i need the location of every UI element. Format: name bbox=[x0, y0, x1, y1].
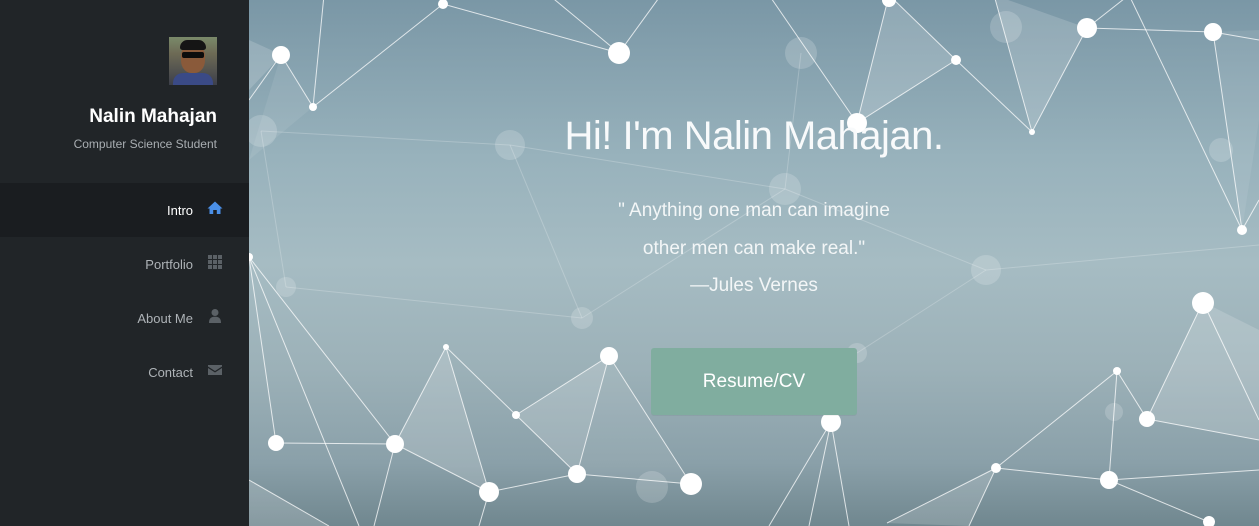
grid-icon bbox=[208, 255, 222, 269]
user-icon bbox=[209, 309, 221, 323]
sidebar: Nalin Mahajan Computer Science Student I… bbox=[0, 0, 249, 526]
hero-name: Nalin Mahajan. bbox=[683, 114, 944, 158]
profile-name: Nalin Mahajan bbox=[89, 106, 217, 127]
hero-headline: Hi! I'm Nalin Mahajan. bbox=[249, 114, 1259, 159]
home-icon bbox=[207, 201, 223, 214]
quote-author: —Jules Vernes bbox=[690, 275, 818, 296]
hero-section: Hi! I'm Nalin Mahajan. " Anything one ma… bbox=[249, 0, 1259, 526]
sidebar-item-contact[interactable]: Contact bbox=[0, 345, 249, 399]
resume-cv-button[interactable]: Resume/CV bbox=[651, 348, 857, 415]
sidebar-item-label: Contact bbox=[148, 365, 193, 380]
envelope-icon bbox=[208, 365, 222, 375]
sidebar-item-intro[interactable]: Intro bbox=[0, 183, 249, 237]
sidebar-item-label: About Me bbox=[137, 311, 193, 326]
sidebar-item-about-me[interactable]: About Me bbox=[0, 291, 249, 345]
sidebar-item-label: Intro bbox=[166, 203, 193, 218]
sidebar-item-portfolio[interactable]: Portfolio bbox=[0, 237, 249, 291]
avatar bbox=[169, 37, 217, 85]
sidebar-item-label: Portfolio bbox=[145, 257, 193, 272]
profile-role: Computer Science Student bbox=[73, 137, 217, 151]
quote-line-2: other men can make real." bbox=[642, 238, 866, 259]
hero-greeting: Hi! I'm bbox=[564, 114, 674, 158]
sidebar-nav: Intro Portfolio About Me Contact bbox=[0, 183, 249, 399]
quote-line-1: " Anything one man can imagine bbox=[618, 200, 890, 221]
hero-content: Hi! I'm Nalin Mahajan. " Anything one ma… bbox=[249, 0, 1259, 526]
